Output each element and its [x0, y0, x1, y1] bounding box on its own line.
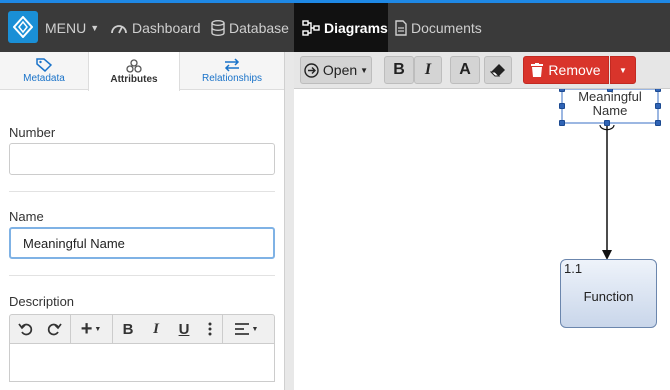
toolbar-separator — [112, 315, 113, 343]
caret-down-icon: ▼ — [251, 325, 259, 333]
trash-icon — [531, 63, 544, 77]
app-logo[interactable] — [8, 11, 38, 43]
menu-button[interactable]: MENU ▼ — [45, 3, 99, 52]
resize-handle[interactable] — [655, 103, 661, 109]
caret-down-icon: ▼ — [94, 325, 102, 333]
undo-button[interactable] — [12, 315, 40, 343]
tab-relationships[interactable]: Relationships — [180, 52, 284, 90]
diagram-panel: Open ▼ B I A Remove ▼ Meaningful Name 1.… — [294, 52, 670, 390]
top-nav-bar: MENU ▼ Dashboard Database Diagrams Docum… — [0, 0, 670, 52]
logo-icon — [13, 16, 33, 38]
number-label: Number — [9, 125, 56, 140]
nav-item-label: Database — [229, 19, 289, 36]
properties-tabs: Metadata Attributes Relationships — [0, 52, 287, 91]
caret-down-icon: ▼ — [360, 65, 369, 75]
resize-handle[interactable] — [655, 89, 661, 92]
eraser-button[interactable] — [484, 56, 512, 84]
tab-label: Relationships — [201, 73, 263, 84]
more-vertical-icon — [208, 322, 212, 336]
redo-button[interactable] — [40, 315, 68, 343]
description-editor[interactable] — [9, 344, 275, 382]
resize-handle[interactable] — [607, 89, 613, 92]
diagram-canvas[interactable]: Meaningful Name 1.1 Function — [294, 89, 670, 390]
divider — [9, 275, 275, 276]
number-field[interactable] — [9, 143, 275, 175]
toolbar-separator — [222, 315, 223, 343]
remove-button[interactable]: Remove — [523, 56, 609, 84]
function-node[interactable]: 1.1 Function — [560, 259, 657, 328]
resize-handle[interactable] — [655, 120, 661, 126]
resize-handle[interactable] — [559, 103, 565, 109]
database-icon — [211, 19, 225, 36]
attributes-icon — [126, 58, 142, 73]
circle-arrow-right-icon — [304, 62, 319, 78]
more-options-button[interactable] — [200, 315, 220, 343]
description-label: Description — [9, 294, 75, 309]
name-label: Name — [9, 209, 44, 224]
align-button[interactable]: ▼ — [228, 315, 264, 343]
nav-item-documents[interactable]: Documents — [395, 3, 482, 52]
function-node-number: 1.1 — [564, 261, 583, 276]
tab-attributes[interactable]: Attributes — [88, 52, 180, 91]
selected-node-meaningful-name[interactable]: Meaningful Name — [562, 89, 658, 123]
name-field[interactable] — [9, 227, 275, 259]
diagram-connectors — [561, 89, 659, 260]
tab-label: Attributes — [110, 73, 158, 85]
font-color-button[interactable]: A — [450, 56, 480, 84]
italic-button[interactable]: I — [142, 315, 170, 343]
node-text-line2: Name — [592, 103, 628, 118]
align-left-icon — [234, 323, 249, 335]
panel-splitter[interactable] — [284, 52, 294, 390]
function-node-label: Function — [583, 289, 634, 304]
caret-down-icon: ▼ — [619, 65, 627, 75]
nav-item-label: Dashboard — [132, 19, 201, 36]
tag-icon — [36, 58, 52, 72]
diagram-icon — [302, 19, 320, 36]
open-label: Open — [322, 62, 358, 78]
swap-icon — [224, 58, 240, 72]
underline-button[interactable]: U — [170, 315, 198, 343]
caret-down-icon: ▼ — [90, 22, 100, 33]
nav-item-label: Documents — [411, 19, 482, 36]
insert-button[interactable]: + ▼ — [72, 315, 110, 343]
italic-button[interactable]: I — [414, 56, 442, 84]
tab-label: Metadata — [23, 73, 65, 84]
nav-item-database[interactable]: Database — [211, 3, 289, 52]
undo-icon — [18, 323, 33, 336]
nav-item-dashboard[interactable]: Dashboard — [110, 3, 201, 52]
properties-panel: Metadata Attributes Relationships Number… — [0, 52, 287, 390]
resize-handle[interactable] — [559, 120, 565, 126]
remove-options-button[interactable]: ▼ — [610, 56, 636, 84]
menu-label: MENU — [45, 19, 87, 36]
plus-icon: + — [80, 317, 93, 340]
dashboard-icon — [111, 24, 127, 33]
toolbar-separator — [70, 315, 71, 343]
tab-metadata[interactable]: Metadata — [0, 52, 88, 90]
resize-handle[interactable] — [604, 120, 610, 126]
nav-item-diagrams[interactable]: Diagrams — [294, 3, 388, 52]
description-editor-toolbar: + ▼ B I U ▼ — [9, 314, 275, 344]
remove-label: Remove — [548, 62, 601, 78]
open-button[interactable]: Open ▼ — [300, 56, 372, 84]
bold-button[interactable]: B — [384, 56, 414, 84]
bold-button[interactable]: B — [114, 315, 142, 343]
divider — [9, 191, 275, 192]
nav-item-label: Diagrams — [324, 19, 388, 36]
eraser-icon — [490, 64, 505, 77]
diagram-toolbar: Open ▼ B I A Remove ▼ — [294, 52, 670, 89]
document-icon — [395, 19, 407, 36]
resize-handle[interactable] — [559, 89, 565, 92]
redo-icon — [47, 323, 62, 336]
